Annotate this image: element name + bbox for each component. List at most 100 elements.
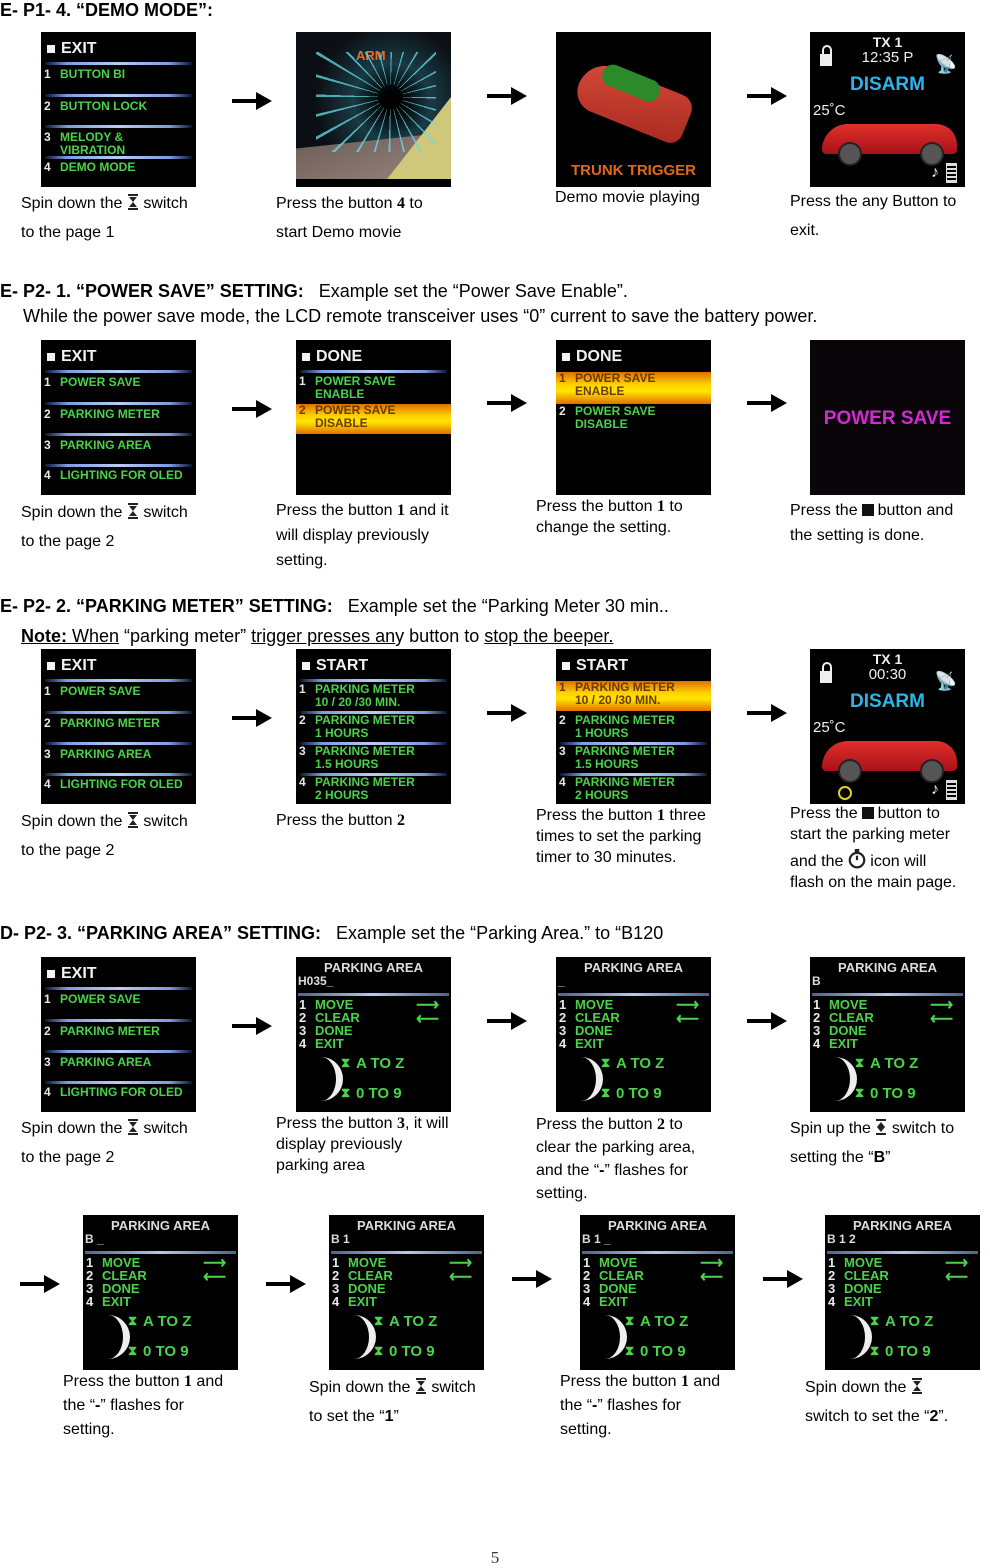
parking-area-title: PARKING AREA — [838, 960, 937, 975]
parking-area-title: PARKING AREA — [584, 960, 683, 975]
jog-wheel-icon — [602, 1315, 627, 1359]
arrow-left-icon: ⟵ — [700, 1269, 723, 1286]
demo-status-screen: TX 1 12:35 P 📡 DISARM 25˚C ♪ — [810, 32, 965, 187]
parking-area-title: PARKING AREA — [853, 1218, 952, 1233]
parking-area-caption-5: Press the button 1 and the “-” flashes fo… — [63, 1373, 224, 1438]
stop-square-icon — [47, 970, 55, 978]
spin-up-icon: ⧗ — [855, 1055, 865, 1070]
parking-area-screen: PARKING AREA B _ 1 MOVE 2 CLEAR 3 DONE 4 EXIT ⟶ ⟵ ⧗ A… — [83, 1215, 238, 1370]
menu-item: 2 BUTTON LOCK — [44, 99, 148, 113]
battery-icon — [946, 163, 957, 183]
spin-down-icon: ⧗ — [870, 1343, 880, 1358]
spin-up-icon: ⧗ — [625, 1313, 635, 1328]
jog-wheel-icon — [832, 1057, 857, 1101]
battery-icon — [946, 780, 957, 800]
demo-caption-4: Press the any Button to exit. — [790, 193, 957, 239]
parking-area-code: _ — [558, 974, 565, 988]
page-number: 5 — [490, 1548, 500, 1567]
menu-item: 3 PARKING AREA — [44, 747, 152, 761]
demo-caption-1: Spin down the switch to the page 1 — [21, 195, 188, 241]
arrow-right-icon — [232, 1016, 272, 1036]
demo-heading: E- P1- 4. “DEMO MODE”: — [0, 0, 214, 20]
stop-button-icon — [861, 504, 874, 516]
demo-caption-2: Press the button 4 to start Demo movie — [276, 195, 423, 241]
parking-area-heading: D- P2- 3. “PARKING AREA” SETTING: Exampl… — [0, 923, 664, 943]
menu-item: 4 EXIT — [559, 1036, 604, 1051]
parking-meter-note: Note: When “parking meter” trigger press… — [21, 626, 614, 646]
parking-area-caption-4: Spin up the switch to setting the “B” — [790, 1120, 955, 1166]
menu-item: 4 LIGHTING FOR OLED — [44, 468, 183, 482]
parking-area-code: B 1 _ — [582, 1232, 611, 1246]
menu-item: 4 EXIT — [332, 1294, 377, 1309]
unlock-icon — [820, 662, 832, 683]
menu-item: 1 POWER SAVE ENABLE — [299, 374, 396, 401]
arrow-right-icon — [232, 708, 272, 728]
spin-up-icon: ⧗ — [374, 1313, 384, 1328]
spin-up-icon: ⧗ — [341, 1055, 351, 1070]
menu-item-selected: 1 POWER SAVE ENABLE — [556, 372, 711, 404]
spin-down-switch-icon — [911, 1378, 923, 1394]
arrow-right-icon — [266, 1274, 306, 1294]
parking-timer-icon — [838, 786, 852, 800]
arrow-right-icon — [232, 399, 272, 419]
parking-area-screen: PARKING AREA B 1 1 MOVE 2 CLEAR 3 DONE 4 EXIT ⟶ ⟵ ⧗ A… — [329, 1215, 484, 1370]
parking-meter-option-screen-selected: START 1 PARKING METER 10 / 20 /30 MIN. 2 PA… — [556, 649, 711, 804]
arrow-right-icon — [487, 393, 527, 413]
parking-area-screen: PARKING AREA B 1 _ 1 MOVE 2 CLEAR 3 DONE 4 EXIT ⟶ ⟵… — [580, 1215, 735, 1370]
parking-area-screen: PARKING AREA B 1 MOVE 2 CLEAR 3 DONE 4 EXIT ⟶ ⟵ ⧗ A T… — [810, 957, 965, 1112]
parking-meter-menu-screen: EXIT 1 POWER SAVE 2 PARKING METER 3 PARKING… — [41, 649, 196, 804]
jog-wheel-icon — [105, 1315, 130, 1359]
parking-area-caption-1: Spin down the switch to the page 2 — [21, 1120, 188, 1166]
parking-area-menu: 1 MOVE 2 CLEAR 3 DONE 4 EXIT — [828, 1256, 889, 1308]
parking-area-title: PARKING AREA — [111, 1218, 210, 1233]
spin-up-icon: ⧗ — [870, 1313, 880, 1328]
spin-down-icon: ⧗ — [855, 1085, 865, 1100]
power-save-caption-4: Press the button and the setting is done. — [790, 502, 954, 544]
stop-square-icon — [47, 353, 55, 361]
spin-down-switch-icon — [127, 503, 139, 519]
parking-area-caption-3: Press the button 2 to clear the parking a… — [536, 1116, 696, 1202]
parking-meter-caption-2: Press the button 2 — [276, 812, 405, 829]
spin-down-icon: ⧗ — [128, 1343, 138, 1358]
arrow-right-icon — [232, 91, 272, 111]
arrow-right-icon — [747, 1011, 787, 1031]
parking-area-caption-7: Press the button 1 and the “-” flashes fo… — [560, 1373, 721, 1438]
menu-item: 4 EXIT — [86, 1294, 131, 1309]
arrow-right-icon — [512, 1269, 552, 1289]
parking-area-code: B 1 — [331, 1232, 350, 1246]
trunk-trigger-text: TRUNK TRIGGER — [571, 162, 696, 179]
parking-area-screen: PARKING AREA B 1 2 1 MOVE 2 CLEAR 3 DONE 4 EXIT ⟶ ⟵… — [825, 1215, 980, 1370]
arrow-right-icon — [487, 86, 527, 106]
parking-area-title: PARKING AREA — [357, 1218, 456, 1233]
arrow-right-icon — [487, 1011, 527, 1031]
parking-area-screen: PARKING AREA _ 1 MOVE 2 CLEAR 3 DONE 4 EXIT ⟶ ⟵ ⧗ A T… — [556, 957, 711, 1112]
parking-area-title: PARKING AREA — [324, 960, 423, 975]
arrow-right-icon — [763, 1269, 803, 1289]
menu-item: 4 PARKING METER 2 HOURS — [299, 775, 415, 802]
menu-item: 4 EXIT — [583, 1294, 628, 1309]
antenna-icon: 📡 — [934, 671, 957, 691]
demo-arm-screen: ARM — [296, 32, 451, 187]
stop-square-icon — [47, 662, 55, 670]
arrow-left-icon: ⟵ — [203, 1269, 226, 1286]
power-save-menu-screen: EXIT 1 POWER SAVE 2 PARKING METER 3 PARKING… — [41, 340, 196, 495]
parking-area-menu-screen: EXIT 1 POWER SAVE 2 PARKING METER 3 PARKING… — [41, 957, 196, 1112]
jog-wheel-icon — [351, 1315, 376, 1359]
menu-item: 1 BUTTON BI — [44, 67, 126, 81]
arrow-left-icon: ⟵ — [416, 1011, 439, 1028]
menu-item: 2 POWER SAVE DISABLE — [559, 404, 656, 431]
power-save-option-screen-enable: DONE 1 POWER SAVE ENABLE 2 POWER SAVE DISA… — [556, 340, 711, 495]
spin-down-icon: ⧗ — [625, 1343, 635, 1358]
menu-item: 4 EXIT — [828, 1294, 873, 1309]
spin-down-switch-icon — [415, 1378, 427, 1394]
menu-item: 3 MELODY & VIBRATION — [44, 130, 126, 157]
menu-item: 2 PARKING METER — [44, 407, 160, 421]
arrow-right-icon — [20, 1274, 60, 1294]
arrow-left-icon: ⟵ — [449, 1269, 472, 1286]
power-save-final-screen: POWER SAVE — [810, 340, 965, 495]
spin-up-icon: ⧗ — [601, 1055, 611, 1070]
parking-meter-caption-1: Spin down the switch to the page 2 — [21, 813, 188, 859]
jog-wheel-icon — [318, 1057, 343, 1101]
parking-area-screen: PARKING AREA H035_ 1 MOVE 2 CLEAR 3 DONE 4 EXIT ⟶ ⟵… — [296, 957, 451, 1112]
stop-square-icon — [562, 662, 570, 670]
